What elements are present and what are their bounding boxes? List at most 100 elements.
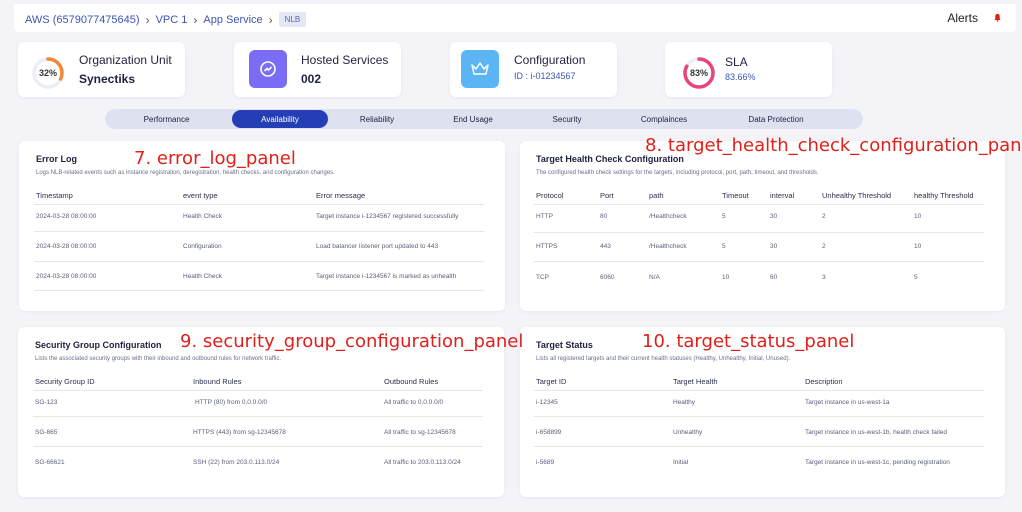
table-cell: 2 <box>822 243 826 250</box>
org-title: Organization Unit <box>79 53 172 67</box>
table-cell: Target instance in us-west-1a <box>805 399 890 406</box>
row-divider <box>534 390 984 391</box>
sla-value: 83.66% <box>725 72 756 82</box>
breadcrumb-item-vpc[interactable]: VPC 1 <box>156 14 188 26</box>
table-cell: 10 <box>914 213 922 220</box>
chevron-right-icon: › <box>193 12 198 27</box>
column-header: healthy Threshold <box>914 191 974 200</box>
column-header: path <box>649 191 664 200</box>
table-cell: 443 <box>600 243 611 250</box>
row-divider <box>33 446 483 447</box>
tab-complainces[interactable]: Complainces <box>615 110 713 128</box>
table-cell: i-5689 <box>536 459 555 466</box>
row-divider <box>534 261 984 262</box>
kpi-card-organization[interactable]: 32% Organization Unit Synectiks <box>18 42 185 97</box>
org-percent: 32% <box>38 68 57 78</box>
table-cell: 10 <box>914 243 922 250</box>
kpi-card-hosted-services[interactable]: Hosted Services 002 <box>234 42 401 97</box>
row-divider <box>534 232 984 233</box>
table-cell: /Healthcheck <box>649 243 687 250</box>
annotation-target-status: 10. target_status_panel <box>642 331 855 352</box>
table-cell: All traffic to 0.0.0.0/0 <box>384 399 444 406</box>
table-cell: 2024-03-28 08:00:00 <box>36 243 97 250</box>
breadcrumb-item-app-service[interactable]: App Service <box>203 14 262 26</box>
table-cell: 5 <box>722 243 726 250</box>
table-cell: 2024-03-28 08:00:00 <box>36 273 97 280</box>
table-cell: Health Check <box>183 213 223 220</box>
row-divider <box>33 416 483 417</box>
tab-performance[interactable]: Performance <box>105 110 228 128</box>
table-cell: /Healthcheck <box>649 213 687 220</box>
config-id: ID : i-01234567 <box>514 71 576 81</box>
table-cell: SG-865 <box>35 429 58 436</box>
tab-availability[interactable]: Availability <box>232 110 328 128</box>
row-divider <box>33 390 483 391</box>
row-divider <box>34 204 484 205</box>
table-cell: 80 <box>600 213 608 220</box>
tab-security[interactable]: Security <box>523 110 611 128</box>
row-divider <box>34 231 484 232</box>
security-group-description: Lists the associated security groups wit… <box>35 356 282 362</box>
sla-percent: 83% <box>689 68 708 78</box>
table-cell: HTTP (80) from 0.0.0.0/0 <box>195 399 268 406</box>
security-group-title: Security Group Configuration <box>35 340 162 350</box>
tab-data-protection[interactable]: Data Protection <box>717 110 835 128</box>
table-cell: 5 <box>722 213 726 220</box>
column-header: Target Health <box>673 377 718 386</box>
target-status-description: Lists all registered targets and their c… <box>536 356 791 362</box>
column-header: Error message <box>316 191 366 200</box>
table-cell: Target instance in us-west-1b, health ch… <box>805 429 947 436</box>
error-log-description: Logs NLB-related events such as instance… <box>36 170 335 176</box>
breadcrumb-item-account[interactable]: AWS (6579077475645) <box>25 14 140 26</box>
table-cell: 2 <box>822 213 826 220</box>
column-header: interval <box>770 191 795 200</box>
table-cell: Target instance in us-west-1c, pending r… <box>805 459 950 466</box>
annotation-health-check: 8. target_health_check_configuration_pan… <box>645 135 1022 156</box>
sla-title: SLA <box>725 55 748 69</box>
column-header: Security Group ID <box>35 377 95 386</box>
hosted-title: Hosted Services <box>301 53 389 67</box>
target-status-panel: Target Status Lists all registered targe… <box>520 327 1005 497</box>
table-cell: 5 <box>914 274 918 281</box>
table-cell: i-658899 <box>536 429 562 436</box>
table-cell: HTTPS (443) from sg-12345678 <box>193 429 286 436</box>
column-header: Outbound Rules <box>384 377 439 386</box>
kpi-card-configuration[interactable]: Configuration ID : i-01234567 <box>450 42 617 97</box>
tab-bar: Performance Availability Reliability End… <box>105 109 863 129</box>
table-cell: Initial <box>673 459 689 466</box>
table-cell: Target instance i-1234567 registered suc… <box>316 213 459 220</box>
breadcrumb-chip-nlb[interactable]: NLB <box>278 12 307 27</box>
hosted-services-icon <box>249 50 287 88</box>
error-log-title: Error Log <box>36 154 78 164</box>
table-cell: 6060 <box>600 274 615 281</box>
crown-icon <box>461 50 499 88</box>
kpi-card-sla[interactable]: 83% SLA 83.66% <box>665 42 832 97</box>
tab-reliability[interactable]: Reliability <box>331 110 423 128</box>
health-check-description: The configured health check settings for… <box>536 170 819 176</box>
hosted-value: 002 <box>301 72 322 86</box>
config-title: Configuration <box>514 53 586 67</box>
chevron-right-icon: › <box>145 12 150 27</box>
row-divider <box>534 416 984 417</box>
table-cell: 2024-03-28 08:00:00 <box>36 213 97 220</box>
table-cell: N/A <box>649 274 660 281</box>
table-cell: TCP <box>536 274 549 281</box>
column-header: event type <box>183 191 218 200</box>
chevron-right-icon: › <box>268 12 273 27</box>
column-header: Description <box>805 377 843 386</box>
alerts-link[interactable]: Alerts <box>947 11 978 25</box>
column-header: Target ID <box>536 377 567 386</box>
column-header: Protocol <box>536 191 564 200</box>
table-cell: 30 <box>770 213 778 220</box>
table-cell: 30 <box>770 243 778 250</box>
table-cell: All traffic to sg-12345678 <box>384 429 456 436</box>
row-divider <box>534 204 984 205</box>
row-divider <box>34 261 484 262</box>
column-header: Inbound Rules <box>193 377 242 386</box>
tab-end-usage[interactable]: End Usage <box>425 110 521 128</box>
table-cell: Configuration <box>183 243 222 250</box>
table-cell: Unhealthy <box>673 429 703 436</box>
column-header: Timestamp <box>36 191 73 200</box>
bell-icon[interactable] <box>993 13 1002 22</box>
column-header: Timeout <box>722 191 749 200</box>
